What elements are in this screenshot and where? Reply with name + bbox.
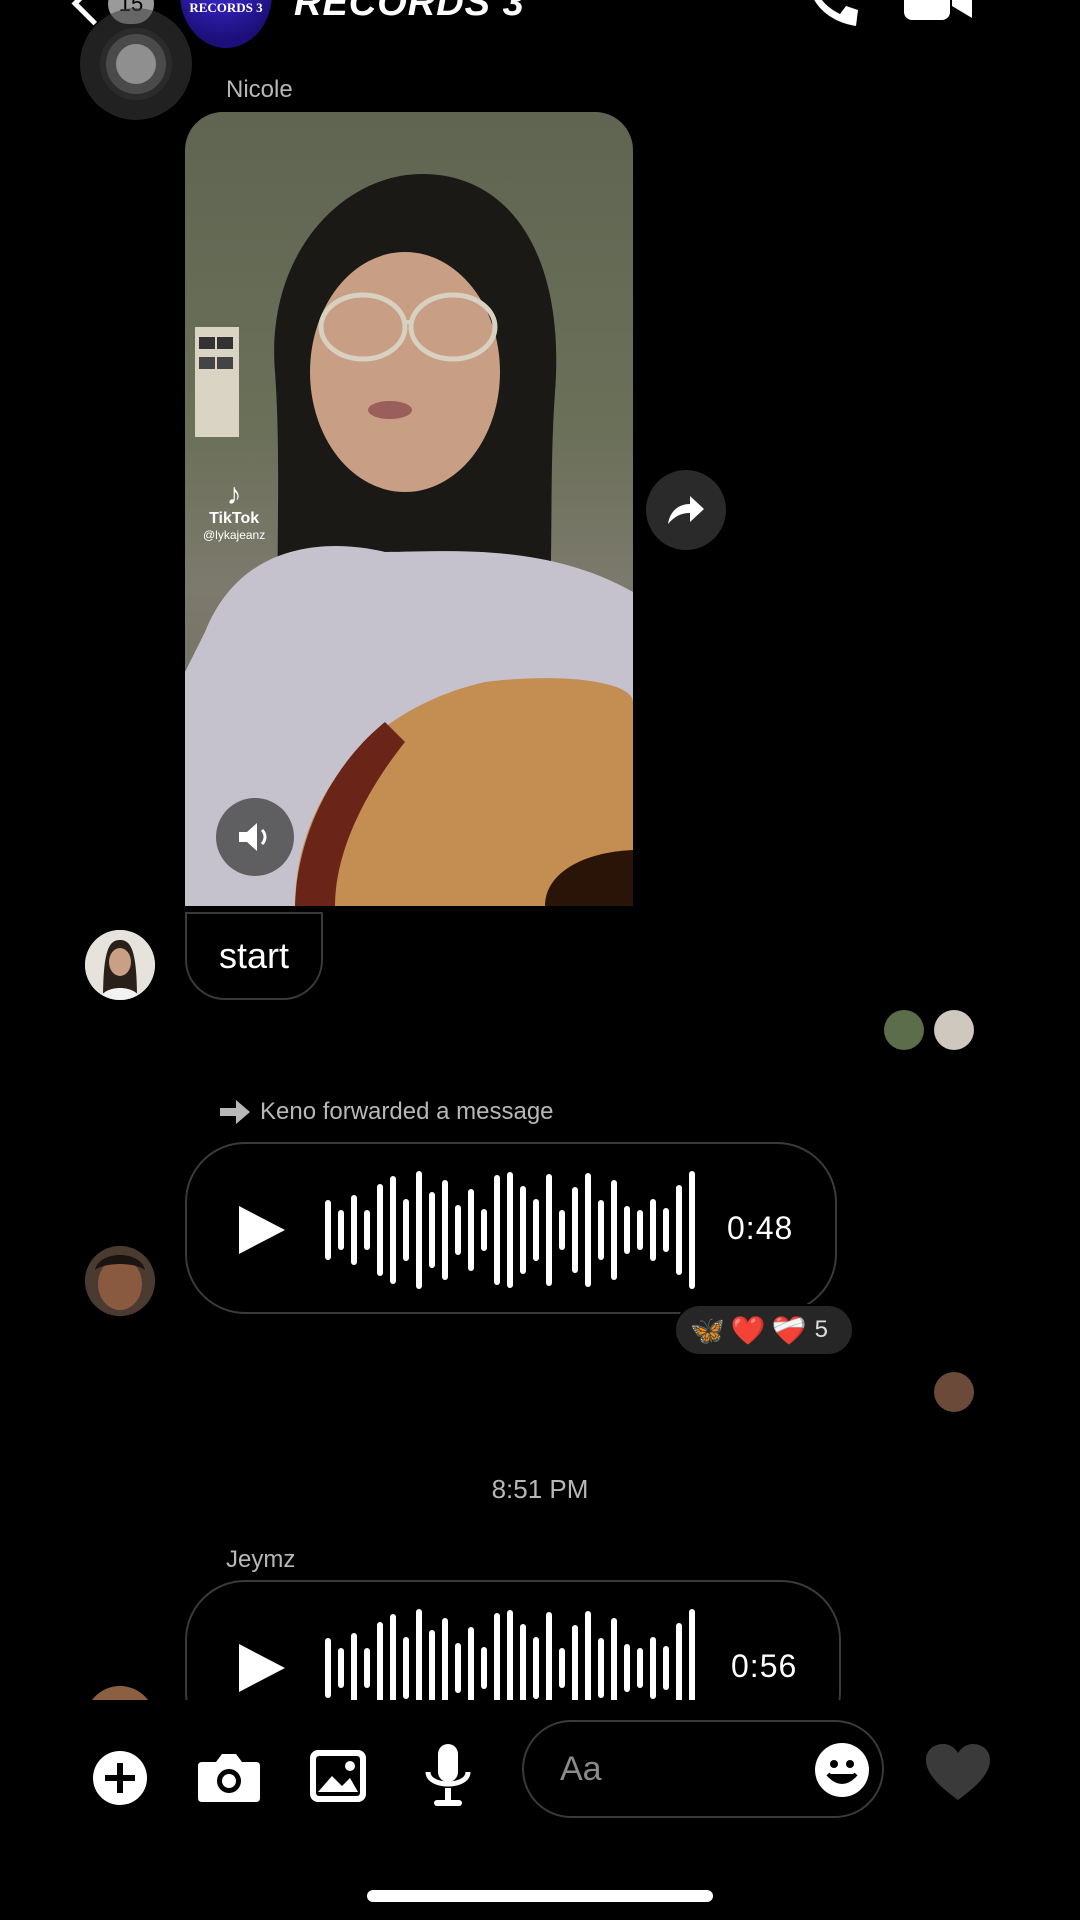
audio-duration: 0:48 <box>727 1210 794 1246</box>
seen-avatar-keno <box>934 1372 974 1412</box>
seen-avatar-2 <box>934 1010 974 1050</box>
reaction-count: 5 <box>814 1316 828 1343</box>
plus-icon[interactable] <box>92 1750 148 1806</box>
share-arrow-icon <box>668 496 704 524</box>
sender-name-jeymz: Jeymz <box>226 1546 296 1573</box>
tiktok-watermark: ♪ TikTok @lykajeanz <box>203 478 266 543</box>
reaction-pill[interactable]: 🦋 ❤️ ❤️‍🩹 5 <box>674 1304 854 1356</box>
voice-message-jeymz[interactable]: 0:56 <box>185 1580 841 1700</box>
message-bubble[interactable]: start <box>185 912 323 1000</box>
shared-video[interactable]: ♪ TikTok @lykajeanz <box>185 112 633 906</box>
sound-toggle-button[interactable] <box>216 798 294 876</box>
play-icon[interactable] <box>237 1642 287 1694</box>
reaction-heart: ❤️ <box>730 1314 766 1346</box>
heart-icon[interactable] <box>926 1744 990 1802</box>
gallery-icon[interactable] <box>310 1750 366 1802</box>
assistive-touch-dot <box>116 44 156 84</box>
tiktok-logo-icon: ♪ <box>226 478 242 511</box>
camera-icon[interactable] <box>198 1752 260 1802</box>
reaction-butterfly: 🦋 <box>690 1314 725 1346</box>
audio-waveform <box>325 1144 702 1316</box>
tiktok-handle: @lykajeanz <box>203 528 266 542</box>
reaction-mending-heart: ❤️‍🩹 <box>771 1314 807 1346</box>
seen-avatar-1 <box>884 1010 924 1050</box>
forward-notice: Keno forwarded a message <box>220 1098 554 1126</box>
message-input[interactable]: Aa <box>522 1720 884 1818</box>
message-input-placeholder: Aa <box>560 1750 602 1788</box>
avatar-keno[interactable] <box>85 1246 155 1316</box>
forward-arrow-icon <box>220 1100 250 1124</box>
speaker-icon <box>239 823 267 851</box>
group-avatar[interactable]: RECORDS 3 <box>180 0 272 48</box>
avatar-nicole-image <box>85 930 155 1000</box>
microphone-icon[interactable] <box>424 1744 472 1808</box>
home-indicator[interactable] <box>367 1890 713 1902</box>
avatar-jeymz[interactable] <box>85 1686 155 1700</box>
emoji-icon[interactable] <box>814 1742 870 1798</box>
chat-title[interactable]: RECORDS 3 <box>294 0 525 25</box>
sender-name: Nicole <box>226 76 293 103</box>
play-icon[interactable] <box>237 1204 287 1256</box>
audio-duration: 0:56 <box>731 1648 798 1684</box>
avatar-nicole[interactable] <box>85 930 155 1000</box>
timestamp: 8:51 PM <box>491 1474 589 1504</box>
jeymz-message-clip: 0:56 <box>0 1580 1080 1700</box>
forward-text: Keno forwarded a message <box>260 1098 554 1125</box>
share-button[interactable] <box>646 470 726 550</box>
avatar-keno-image <box>85 1246 155 1316</box>
video-camera-icon[interactable] <box>904 0 972 24</box>
phone-icon[interactable] <box>800 0 860 30</box>
voice-message[interactable]: 0:48 <box>185 1142 837 1314</box>
audio-waveform <box>325 1582 702 1700</box>
tiktok-logo-text: TikTok <box>209 510 260 527</box>
group-avatar-label: RECORDS 3 <box>189 0 263 15</box>
